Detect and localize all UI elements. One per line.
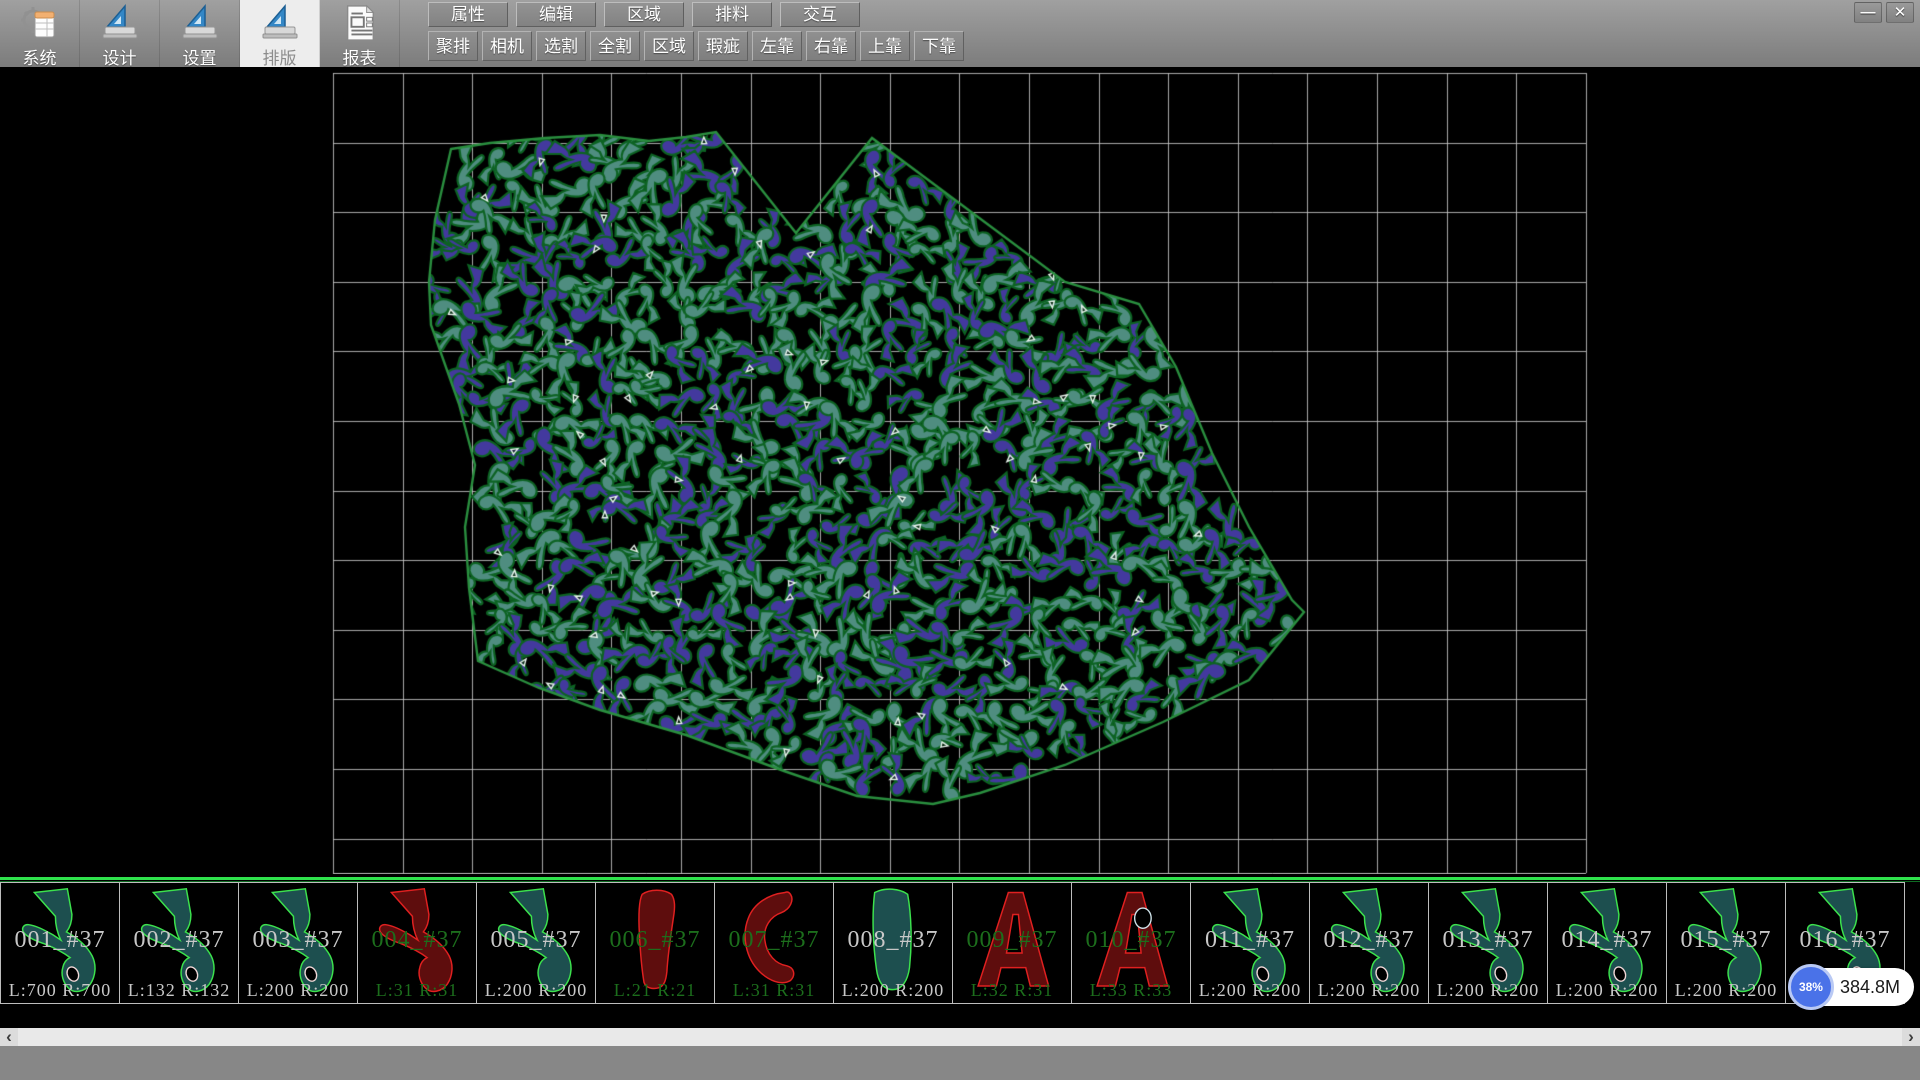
- ruler-icon: [180, 3, 220, 43]
- scroll-left-icon[interactable]: ‹: [0, 1028, 18, 1046]
- progress-indicator: 38%: [1788, 964, 1834, 1010]
- memory-usage-label: 384.8M: [1840, 977, 1900, 998]
- piece-shape: [371, 887, 463, 997]
- piece-thumbnail[interactable]: 009_#37L:32 R:31: [952, 882, 1072, 1004]
- gear-table-icon: [19, 3, 61, 43]
- piece-shape: [966, 887, 1058, 997]
- piece-thumbnail[interactable]: 008_#37L:200 R:200: [833, 882, 953, 1004]
- tool-cluster-nest[interactable]: 聚排: [428, 31, 478, 61]
- tab-report[interactable]: 报表: [320, 0, 400, 67]
- menu-properties[interactable]: 属性: [428, 2, 508, 27]
- tab-layout[interactable]: 排版: [240, 0, 320, 67]
- status-badge: 38% 384.8M: [1790, 968, 1914, 1006]
- tab-label: 设计: [103, 44, 137, 69]
- piece-shape: [1442, 887, 1534, 997]
- piece-thumbnail[interactable]: 002_#37L:132 R:132: [119, 882, 239, 1004]
- tab-label: 系统: [23, 44, 57, 69]
- piece-thumbnail[interactable]: 010_#37L:33 R:33: [1071, 882, 1191, 1004]
- minimize-button[interactable]: —: [1854, 2, 1882, 23]
- tab-label: 报表: [343, 44, 377, 69]
- piece-thumbnail[interactable]: 007_#37L:31 R:31: [714, 882, 834, 1004]
- piece-shape: [1204, 887, 1296, 997]
- ruler-icon: [100, 3, 140, 43]
- piece-shape: [847, 887, 939, 997]
- tool-camera[interactable]: 相机: [482, 31, 532, 61]
- piece-thumbnail[interactable]: 012_#37L:200 R:200: [1309, 882, 1429, 1004]
- close-button[interactable]: ✕: [1886, 2, 1914, 23]
- menu-edit[interactable]: 编辑: [516, 2, 596, 27]
- piece-thumbnail[interactable]: 015_#37L:200 R:200: [1666, 882, 1786, 1004]
- piece-hole: [1135, 908, 1152, 928]
- piece-thumbnail[interactable]: 014_#37L:200 R:200: [1547, 882, 1667, 1004]
- horizontal-scrollbar[interactable]: ‹ ›: [0, 1028, 1920, 1046]
- window-controls: — ✕: [1850, 2, 1914, 23]
- tab-system[interactable]: 系统: [0, 0, 80, 67]
- tool-snap-right[interactable]: 右靠: [806, 31, 856, 61]
- piece-shape: [1323, 887, 1415, 997]
- ruler-icon: [260, 3, 300, 43]
- piece-thumbnail[interactable]: 013_#37L:200 R:200: [1428, 882, 1548, 1004]
- piece-shape: [728, 887, 820, 997]
- tool-defect[interactable]: 瑕疵: [698, 31, 748, 61]
- tool-snap-left[interactable]: 左靠: [752, 31, 802, 61]
- menu-bar: 属性编辑区域排料交互: [428, 2, 868, 27]
- piece-thumbnail[interactable]: 006_#37L:21 R:21: [595, 882, 715, 1004]
- piece-shape: [1085, 887, 1177, 997]
- piece-thumbnail[interactable]: 003_#37L:200 R:200: [238, 882, 358, 1004]
- scroll-right-icon[interactable]: ›: [1902, 1028, 1920, 1046]
- piece-thumbnail[interactable]: 005_#37L:200 R:200: [476, 882, 596, 1004]
- menu-nesting[interactable]: 排料: [692, 2, 772, 27]
- piece-shape: [1561, 887, 1653, 997]
- tab-label: 排版: [263, 44, 297, 69]
- piece-shape: [1680, 887, 1772, 997]
- piece-shape: [609, 887, 701, 997]
- piece-shape: [252, 887, 344, 997]
- tab-label: 设置: [183, 44, 217, 69]
- piece-thumbnail[interactable]: 011_#37L:200 R:200: [1190, 882, 1310, 1004]
- piece-shape: [490, 887, 582, 997]
- report-icon: [341, 3, 379, 43]
- tool-region[interactable]: 区域: [644, 31, 694, 61]
- application-window: 系统设计设置排版报表 属性编辑区域排料交互 聚排相机选割全割区域瑕疵左靠右靠上靠…: [0, 0, 1920, 1080]
- piece-shape: [14, 887, 106, 997]
- piece-thumbnail[interactable]: 004_#37L:31 R:31: [357, 882, 477, 1004]
- tool-cut-all[interactable]: 全割: [590, 31, 640, 61]
- tab-settings[interactable]: 设置: [160, 0, 240, 67]
- menu-region[interactable]: 区域: [604, 2, 684, 27]
- tool-snap-bottom[interactable]: 下靠: [914, 31, 964, 61]
- menu-interaction[interactable]: 交互: [780, 2, 860, 27]
- workspace: 001_#37L:700 R:700002_#37L:132 R:132003_…: [0, 67, 1920, 1028]
- tool-snap-top[interactable]: 上靠: [860, 31, 910, 61]
- tab-design[interactable]: 设计: [80, 0, 160, 67]
- piece-shape: [133, 887, 225, 997]
- strip-separator: [0, 877, 1920, 880]
- piece-thumbnail-strip: 001_#37L:700 R:700002_#37L:132 R:132003_…: [0, 882, 1920, 1004]
- tool-bar: 聚排相机选割全割区域瑕疵左靠右靠上靠下靠: [428, 31, 968, 61]
- nesting-canvas[interactable]: [0, 67, 1920, 874]
- main-tab-bar: 系统 设计 设置 排版 报表: [0, 0, 400, 67]
- toolbar: 系统设计设置排版报表 属性编辑区域排料交互 聚排相机选割全割区域瑕疵左靠右靠上靠…: [0, 0, 1920, 67]
- tool-select-cut[interactable]: 选割: [536, 31, 586, 61]
- bottom-bar: [0, 1046, 1920, 1080]
- piece-thumbnail[interactable]: 001_#37L:700 R:700: [0, 882, 120, 1004]
